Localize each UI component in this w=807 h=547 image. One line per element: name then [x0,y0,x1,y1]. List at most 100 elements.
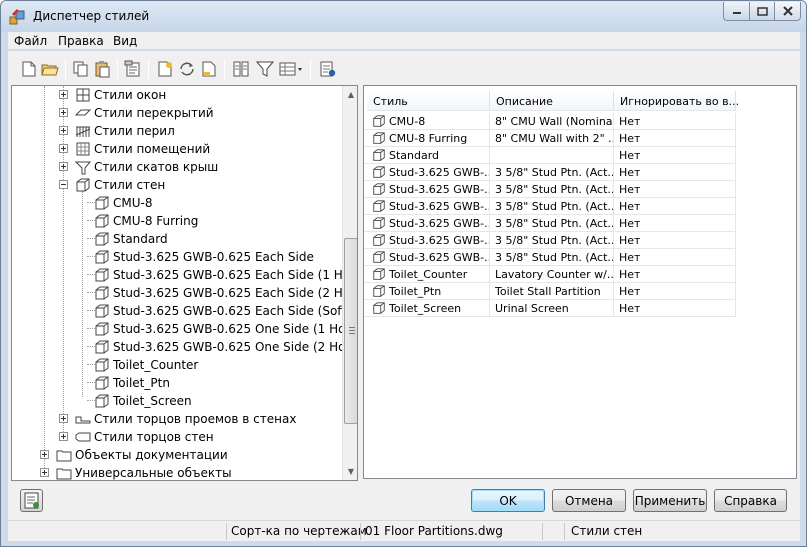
list-row[interactable]: CMU-8 Furring 8" CMU Wall with 2" ... Нет [364,130,736,147]
roof-slab-style-icon [75,161,91,175]
list-row[interactable]: Stud-3.625 GWB-... 3 5/8" Stud Ptn. (Act.… [364,232,736,249]
close-icon [782,6,793,16]
column-header-style[interactable]: Стиль [367,91,490,111]
tree-item-slab-styles[interactable]: Стили перекрытий [12,104,342,122]
toggle-view-icon[interactable] [232,60,250,78]
list-row[interactable]: Stud-3.625 GWB-... 3 5/8" Stud Ptn. (Act.… [364,249,736,266]
help-icon[interactable] [318,60,336,78]
wall-style-icon [373,183,385,195]
minimize-icon [732,12,741,14]
railing-style-icon [75,126,91,137]
scroll-thumb[interactable] [344,238,357,424]
menu-view[interactable]: Вид [113,34,137,48]
tree-item-stud-one-side-2h[interactable]: Stud-3.625 GWB-0.625 One Side (2 Hour) [12,338,357,356]
tree-vertical-scrollbar[interactable]: ▲ ▼ [342,86,357,480]
cell-style: Stud-3.625 GWB-... [389,183,489,196]
cell-ignore: Нет [619,200,641,213]
tree-item-stud-each-side-2h[interactable]: Stud-3.625 GWB-0.625 Each Side (2 Hour) [12,284,357,302]
tree-item-opening-endcap-styles[interactable]: Стили торцов проемов в стенах [12,410,342,428]
cell-ignore: Нет [619,132,641,145]
wall-style-icon [373,200,385,212]
cell-style: Stud-3.625 GWB-... [389,166,489,179]
window-title: Диспетчер стилей [33,9,150,23]
maximize-button[interactable] [749,2,775,21]
wall-style-icon [95,286,109,300]
style-manager-app-icon [9,9,25,25]
cell-style: Toilet_Ptn [389,285,442,298]
menu-file[interactable]: Файл [14,34,47,48]
style-tree[interactable]: Стили окон Стили перекрытий Стили перил … [11,85,358,481]
wall-style-icon [95,232,109,246]
wall-style-icon [373,217,385,229]
purge-icon[interactable] [124,60,142,78]
view-options-icon[interactable] [279,60,305,78]
list-row[interactable]: Standard Нет [364,147,736,164]
wall-style-icon [373,166,385,178]
column-header-ignore[interactable]: Игнорировать во в... [614,91,739,111]
space-style-icon [76,142,90,156]
list-row[interactable]: Stud-3.625 GWB-... 3 5/8" Stud Ptn. (Act.… [364,198,736,215]
list-row[interactable]: Stud-3.625 GWB-... 3 5/8" Stud Ptn. (Act.… [364,164,736,181]
maximize-icon [756,6,768,16]
new-style-icon[interactable] [156,60,174,78]
wall-style-icon [373,302,385,314]
edit-style-icon[interactable] [200,60,218,78]
cancel-button[interactable]: Отмена [552,489,626,512]
tree-item-railing-styles[interactable]: Стили перил [12,122,342,140]
cell-ignore: Нет [619,217,641,230]
tree-item-wall-endcap-styles[interactable]: Стили торцов стен [12,428,342,446]
tree-item-stud-one-side-1h[interactable]: Stud-3.625 GWB-0.625 One Side (1 Hour) [12,320,357,338]
paste-icon[interactable] [93,60,111,78]
tree-item-cmu-8[interactable]: CMU-8 [12,194,342,212]
wall-style-icon [95,394,109,408]
list-row[interactable]: Stud-3.625 GWB-... 3 5/8" Stud Ptn. (Act.… [364,181,736,198]
tree-item-cmu-8-furring[interactable]: CMU-8 Furring [12,212,342,230]
list-row[interactable]: Toilet_Ptn Toilet Stall Partition Нет [364,283,736,300]
tree-item-stud-each-side[interactable]: Stud-3.625 GWB-0.625 Each Side [12,248,342,266]
tree-item-toilet-counter[interactable]: Toilet_Counter [12,356,342,374]
wall-style-icon [373,285,385,297]
tree-item-roof-slab-styles[interactable]: Стили скатов крыш [12,158,342,176]
tree-item-documentation-objects[interactable]: Объекты документации [12,446,342,464]
ok-button[interactable]: OK [471,489,545,512]
list-header: Стиль Описание Игнорировать во в... [364,91,796,111]
tree-item-multi-purpose-objects[interactable]: Универсальные объекты [12,464,342,480]
cell-style: Stud-3.625 GWB-... [389,217,489,230]
apply-button[interactable]: Применить [633,489,707,512]
synchronize-icon[interactable] [178,60,196,78]
title-bar[interactable]: Диспетчер стилей [1,1,806,32]
cell-style: CMU-8 [389,115,426,128]
cell-style: Toilet_Counter [389,268,468,281]
wall-style-icon [95,196,109,210]
list-row[interactable]: Stud-3.625 GWB-... 3 5/8" Stud Ptn. (Act.… [364,215,736,232]
list-row[interactable]: Toilet_Counter Lavatory Counter w/... Нет [364,266,736,283]
tree-item-standard[interactable]: Standard [12,230,342,248]
new-drawing-icon[interactable] [20,60,38,78]
tree-item-window-styles[interactable]: Стили окон [12,86,342,104]
tree-item-stud-each-side-soffit[interactable]: Stud-3.625 GWB-0.625 Each Side (Soffit) [12,302,357,320]
tree-item-wall-styles[interactable]: Стили стен [12,176,342,194]
purge-drawings-button[interactable] [20,489,43,512]
cell-style: CMU-8 Furring [389,132,468,145]
tree-item-toilet-screen[interactable]: Toilet_Screen [12,392,342,410]
filter-icon[interactable] [256,60,274,78]
list-row[interactable]: Toilet_Screen Urinal Screen Нет [364,300,736,317]
tree-item-stud-each-side-1h[interactable]: Stud-3.625 GWB-0.625 Each Side (1 Hour) [12,266,357,284]
style-list[interactable]: Стиль Описание Игнорировать во в... CMU-… [363,85,797,479]
scroll-down-arrow-icon[interactable]: ▼ [343,463,357,480]
help-button[interactable]: Справка [714,489,787,512]
cell-description: 3 5/8" Stud Ptn. (Act... [495,200,613,213]
open-drawing-icon[interactable] [41,60,59,78]
copy-icon[interactable] [72,60,90,78]
menu-edit[interactable]: Правка [58,34,104,48]
cell-ignore: Нет [619,166,641,179]
scroll-up-arrow-icon[interactable]: ▲ [343,86,357,103]
cell-description: Toilet Stall Partition [495,285,601,298]
close-button[interactable] [774,2,801,21]
minimize-button[interactable] [723,2,750,21]
opening-endcap-style-icon [75,416,91,424]
tree-item-toilet-ptn[interactable]: Toilet_Ptn [12,374,342,392]
tree-item-space-styles[interactable]: Стили помещений [12,140,342,158]
column-header-description[interactable]: Описание [490,91,614,111]
list-row[interactable]: CMU-8 8" CMU Wall (Nominal) Нет [364,113,736,130]
